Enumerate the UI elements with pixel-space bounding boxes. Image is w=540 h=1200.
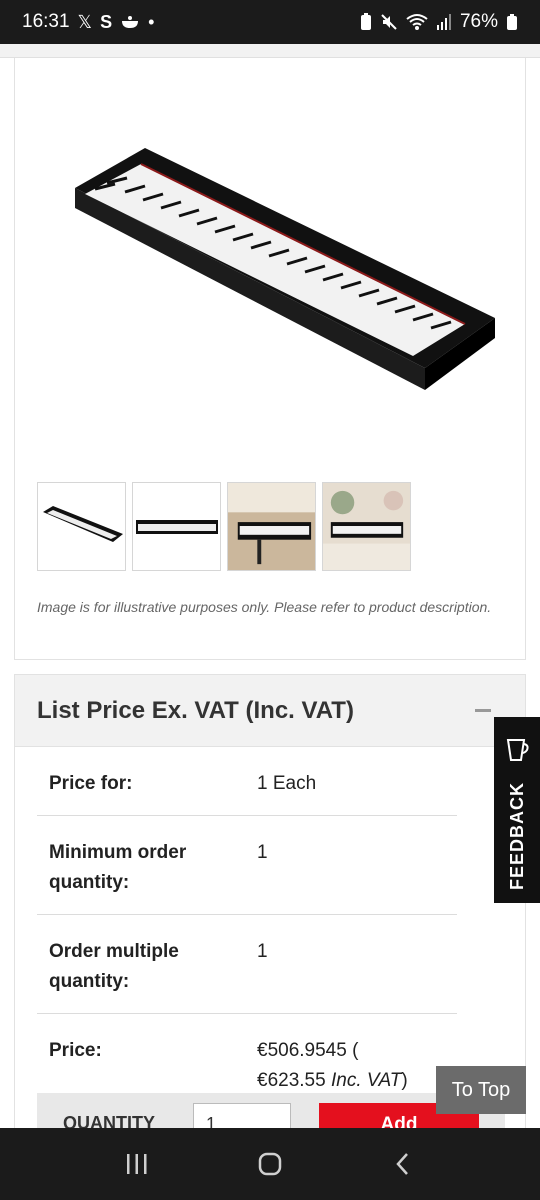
recent-apps-button[interactable]: [107, 1134, 167, 1194]
status-left: 16:31 𝕏 S •: [22, 11, 154, 33]
back-button[interactable]: [373, 1134, 433, 1194]
status-bar: 16:31 𝕏 S • 76%: [0, 0, 540, 44]
feedback-label: FEEDBACK: [506, 782, 527, 891]
quantity-input[interactable]: 1: [193, 1103, 291, 1128]
row-value: 1: [257, 941, 268, 962]
table-row: Price for: 1 Each: [37, 747, 457, 816]
image-disclaimer: Image is for illustrative purposes only.…: [37, 599, 492, 615]
wifi-icon: [406, 13, 428, 31]
row-value: 1 Each: [257, 773, 317, 794]
quantity-label: QUANTITY: [63, 1113, 155, 1128]
row-label: Minimum order quantity:: [49, 842, 187, 893]
row-value: 1: [257, 842, 268, 863]
dot-icon: •: [148, 11, 155, 32]
price-table: Price for: 1 Each Minimum order quantity…: [37, 747, 457, 1112]
thumbnail-1[interactable]: [37, 482, 126, 571]
recent-apps-icon: [126, 1154, 147, 1174]
price-ex-vat: €506.9545 (: [257, 1040, 359, 1061]
product-image-card: Image is for illustrative purposes only.…: [14, 58, 526, 660]
price-inc-vat: €623.55: [257, 1070, 331, 1091]
home-icon: [258, 1152, 282, 1176]
inc-vat-label: Inc. VAT: [330, 1070, 402, 1091]
thumbnail-strip: [37, 482, 411, 571]
thumbnail-2[interactable]: [132, 482, 221, 571]
top-divider: [0, 44, 540, 58]
quantity-bar: QUANTITY 1 Add: [37, 1093, 505, 1128]
digital-piano-image: [75, 148, 495, 390]
back-icon: [396, 1153, 409, 1175]
price-header[interactable]: List Price Ex. VAT (Inc. VAT): [15, 675, 525, 747]
row-label: Price:: [49, 1040, 102, 1061]
signal-icon: [436, 13, 452, 31]
thumbnail-3[interactable]: [227, 482, 316, 571]
to-top-button[interactable]: To Top: [436, 1066, 526, 1114]
status-right: 76%: [360, 11, 518, 33]
price-close-paren: ): [401, 1070, 408, 1091]
x-icon: 𝕏: [77, 11, 93, 32]
home-button[interactable]: [240, 1134, 300, 1194]
price-title: List Price Ex. VAT (Inc. VAT): [37, 696, 354, 724]
product-page: Image is for illustrative purposes only.…: [0, 44, 540, 1128]
battery-saver-icon: [360, 13, 372, 31]
clock: 16:31: [22, 11, 70, 32]
row-label: Order multiple quantity:: [49, 941, 179, 992]
battery-icon: [506, 13, 518, 31]
table-row: Order multiple quantity: 1: [37, 915, 457, 1014]
mute-icon: [380, 13, 398, 31]
feedback-tab[interactable]: FEEDBACK: [494, 717, 540, 903]
battery-percent: 76%: [459, 11, 498, 32]
price-card: List Price Ex. VAT (Inc. VAT) Price for:…: [14, 674, 526, 1128]
table-row: Minimum order quantity: 1: [37, 816, 457, 915]
thumbnail-4[interactable]: [322, 482, 411, 571]
row-label: Price for:: [49, 773, 133, 794]
android-nav-bar: [0, 1128, 540, 1200]
s-icon: S: [100, 11, 113, 32]
product-main-image[interactable]: [45, 128, 505, 408]
feedback-cup-icon: [505, 737, 529, 768]
collapse-icon[interactable]: [475, 709, 491, 712]
price-value: €506.9545 ( €623.55 Inc. VAT): [257, 1036, 445, 1096]
cooking-icon: [120, 14, 140, 30]
